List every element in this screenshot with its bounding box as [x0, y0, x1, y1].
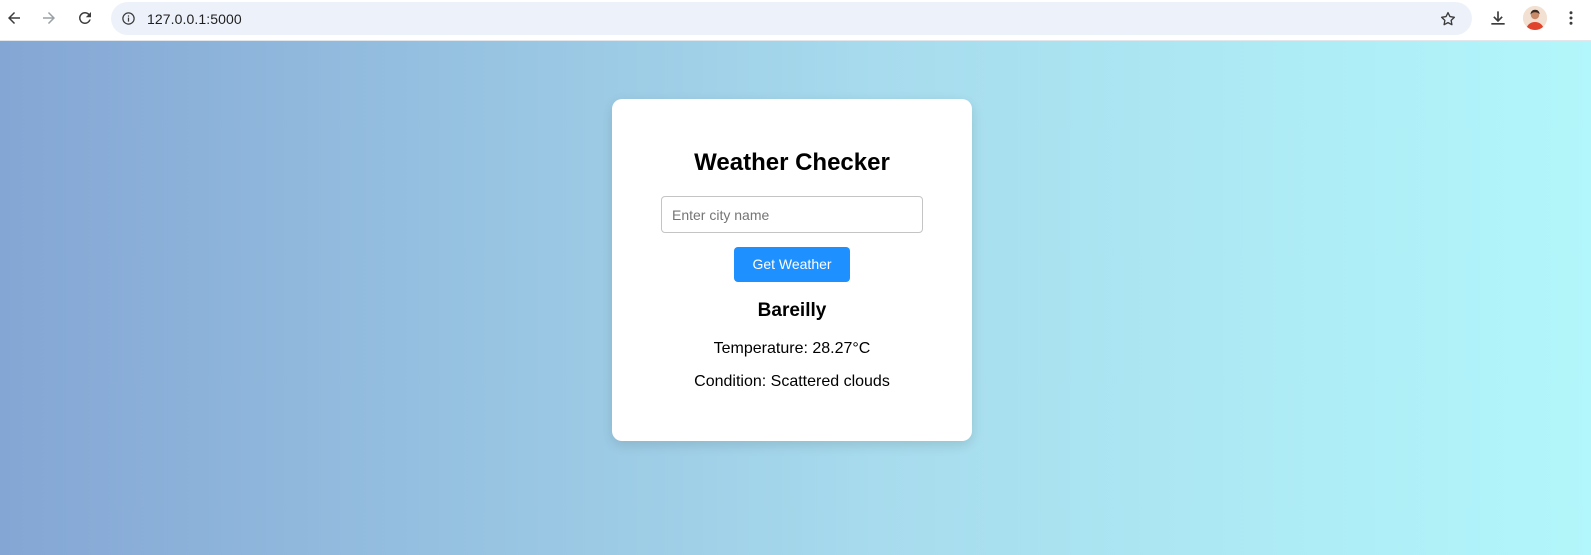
result-city-name: Bareilly	[757, 300, 827, 321]
weather-card: Weather Checker Get Weather Bareilly Tem…	[612, 99, 972, 441]
back-button[interactable]	[1, 5, 27, 31]
kebab-menu-icon[interactable]	[1561, 6, 1581, 30]
forward-button[interactable]	[36, 5, 62, 31]
star-icon[interactable]	[1438, 9, 1458, 29]
page-title: Weather Checker	[694, 149, 890, 176]
info-icon[interactable]	[120, 10, 137, 27]
condition-text: Condition: Scattered clouds	[694, 373, 890, 390]
address-bar[interactable]: 127.0.0.1:5000	[111, 2, 1472, 35]
reload-icon	[78, 11, 91, 24]
page-background: Weather Checker Get Weather Bareilly Tem…	[0, 41, 1591, 555]
browser-toolbar: 127.0.0.1:5000	[0, 0, 1591, 41]
url-text[interactable]: 127.0.0.1:5000	[147, 11, 242, 27]
city-input[interactable]	[661, 196, 923, 233]
download-icon[interactable]	[1486, 6, 1510, 30]
get-weather-button[interactable]: Get Weather	[734, 247, 850, 282]
temperature-text: Temperature: 28.27°C	[713, 340, 871, 357]
arrow-left-icon	[8, 12, 20, 24]
reload-button[interactable]	[72, 5, 98, 31]
avatar[interactable]	[1523, 6, 1547, 30]
arrow-right-icon	[43, 12, 55, 24]
